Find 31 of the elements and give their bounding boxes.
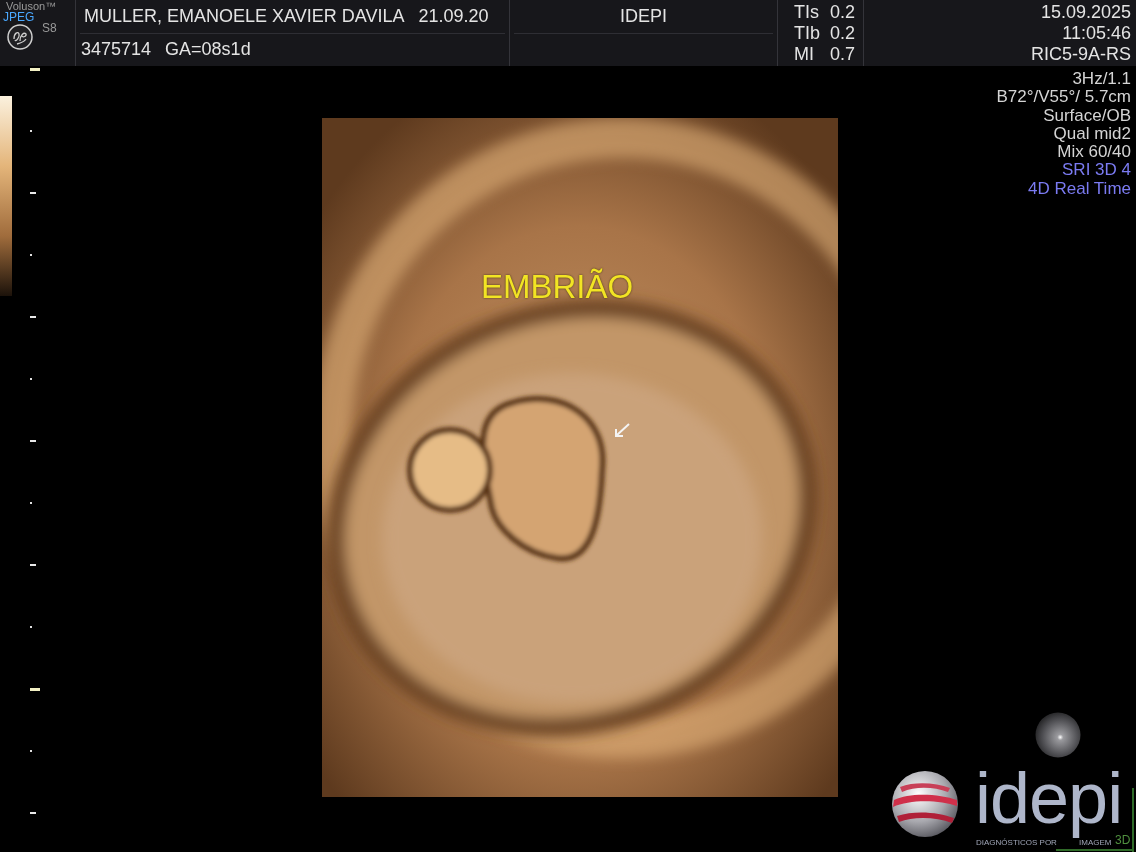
index-value: 0.2 xyxy=(830,23,857,44)
patient-id: 3475714 xyxy=(81,38,152,61)
striped-sphere-logo-icon xyxy=(890,770,960,838)
arrow-pointer-icon xyxy=(614,423,630,438)
scan-parameter: 4D Real Time xyxy=(1028,179,1131,199)
institution-name: IDEPI xyxy=(620,5,667,28)
exam-date: 15.09.2025 xyxy=(1040,2,1131,23)
probe-name: RIC5-9A-RS xyxy=(1030,44,1131,65)
index-value: 0.2 xyxy=(830,2,857,23)
logo-tagline: DIAGNÓSTICOS POR xyxy=(976,839,1057,847)
scan-parameter: SRI 3D 4 xyxy=(1062,161,1131,180)
index-label: TIb xyxy=(794,23,821,44)
index-value: 0.7 xyxy=(830,44,857,65)
model-label: S8 xyxy=(42,22,57,34)
scan-parameter: Surface/OB xyxy=(1043,106,1131,125)
exam-time: 11:05:46 xyxy=(1062,23,1131,44)
circle-monogram-icon xyxy=(7,24,33,50)
logo-tagline: IMAGEM xyxy=(1079,839,1112,847)
brand-label: Voluson™ xyxy=(6,1,57,12)
scan-parameter: 3Hz/1.1 xyxy=(1072,70,1131,89)
birth-date: 21.09.20 xyxy=(418,5,489,28)
annotation-label: EMBRIÃO xyxy=(481,270,634,303)
glossy-sphere-icon xyxy=(1035,712,1081,758)
index-label: TIs xyxy=(794,2,820,23)
index-label: MI xyxy=(794,44,815,65)
scan-parameter: B72°/V55°/ 5.7cm xyxy=(996,88,1131,107)
gestational-age: GA=08s1d xyxy=(165,38,251,61)
scan-parameter: Mix 60/40 xyxy=(1057,143,1131,162)
format-label: JPEG xyxy=(3,12,35,23)
scan-parameter: Qual mid2 xyxy=(1053,124,1131,144)
patient-name: MULLER, EMANOELE XAVIER DAVILA xyxy=(84,5,405,28)
